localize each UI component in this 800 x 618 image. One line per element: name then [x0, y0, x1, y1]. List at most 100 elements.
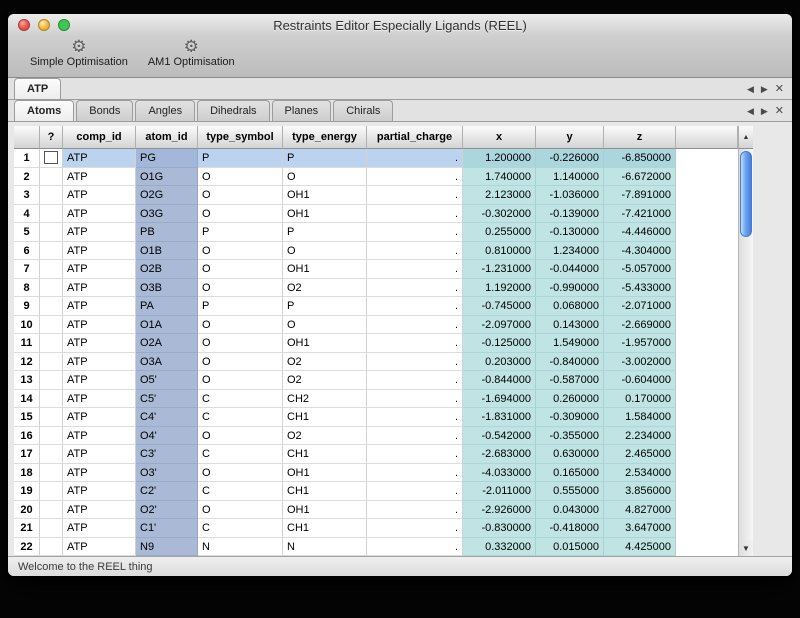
cell-atomid[interactable]: O3B [136, 279, 198, 298]
cell-x[interactable]: 0.203000 [463, 353, 536, 372]
cell-typesymbol[interactable]: O [198, 186, 283, 205]
cell-typeenergy[interactable]: OH1 [283, 186, 367, 205]
cell-typesymbol[interactable]: N [198, 538, 283, 557]
cell-x[interactable]: 1.740000 [463, 168, 536, 187]
cell-typesymbol[interactable]: O [198, 427, 283, 446]
cell-partialcharge[interactable]: . [367, 427, 463, 446]
cell-[interactable] [40, 445, 63, 464]
cell-compid[interactable]: ATP [63, 538, 136, 557]
row-number[interactable]: 18 [14, 464, 40, 483]
active-cell-checkbox[interactable] [44, 151, 58, 164]
cell-[interactable] [40, 538, 63, 557]
cell-partialcharge[interactable]: . [367, 464, 463, 483]
cell-[interactable] [40, 205, 63, 224]
cell-typesymbol[interactable]: O [198, 501, 283, 520]
cell-compid[interactable]: ATP [63, 390, 136, 409]
cell-y[interactable]: -0.355000 [536, 427, 604, 446]
scroll-up-icon[interactable]: ▲ [738, 126, 753, 149]
cell-typeenergy[interactable]: CH2 [283, 390, 367, 409]
row-number[interactable]: 5 [14, 223, 40, 242]
cell-compid[interactable]: ATP [63, 297, 136, 316]
cell-x[interactable]: -1.831000 [463, 408, 536, 427]
cell-x[interactable]: 0.255000 [463, 223, 536, 242]
cell-z[interactable]: -2.669000 [604, 316, 676, 335]
cell-[interactable] [40, 427, 63, 446]
cell-x[interactable]: 2.123000 [463, 186, 536, 205]
row-number[interactable]: 10 [14, 316, 40, 335]
cell-typesymbol[interactable]: O [198, 242, 283, 261]
cell-y[interactable]: -0.309000 [536, 408, 604, 427]
cell-x[interactable]: -2.683000 [463, 445, 536, 464]
cell-y[interactable]: -0.990000 [536, 279, 604, 298]
row-number[interactable]: 8 [14, 279, 40, 298]
column-header-typeenergy[interactable]: type_energy [283, 126, 367, 149]
close-window-button[interactable] [18, 19, 30, 31]
cell-atomid[interactable]: C5' [136, 390, 198, 409]
cell-typeenergy[interactable]: O2 [283, 353, 367, 372]
cell-[interactable] [40, 464, 63, 483]
column-header-compid[interactable]: comp_id [63, 126, 136, 149]
cell-compid[interactable]: ATP [63, 316, 136, 335]
cell-typeenergy[interactable]: N [283, 538, 367, 557]
cell-x[interactable]: 1.200000 [463, 149, 536, 168]
cell-compid[interactable]: ATP [63, 223, 136, 242]
cell-atomid[interactable]: C2' [136, 482, 198, 501]
cell-[interactable] [40, 334, 63, 353]
cell-[interactable] [40, 186, 63, 205]
cell-typesymbol[interactable]: C [198, 408, 283, 427]
cell-[interactable] [40, 149, 63, 168]
zoom-window-button[interactable] [58, 19, 70, 31]
cell-compid[interactable]: ATP [63, 279, 136, 298]
cell-z[interactable]: 1.584000 [604, 408, 676, 427]
cell-[interactable] [40, 501, 63, 520]
cell-atomid[interactable]: PA [136, 297, 198, 316]
cell-compid[interactable]: ATP [63, 186, 136, 205]
row-number[interactable]: 6 [14, 242, 40, 261]
row-number[interactable]: 21 [14, 519, 40, 538]
tab-close-icon[interactable]: ✕ [775, 106, 784, 116]
cell-typesymbol[interactable]: C [198, 445, 283, 464]
tab-close-icon[interactable]: ✕ [775, 84, 784, 94]
cell-y[interactable]: -0.418000 [536, 519, 604, 538]
cell-z[interactable]: -7.891000 [604, 186, 676, 205]
tab-angles[interactable]: Angles [135, 100, 195, 121]
cell-compid[interactable]: ATP [63, 260, 136, 279]
cell-partialcharge[interactable]: . [367, 223, 463, 242]
cell-typeenergy[interactable]: OH1 [283, 464, 367, 483]
cell-x[interactable]: -0.125000 [463, 334, 536, 353]
cell-partialcharge[interactable]: . [367, 445, 463, 464]
cell-typeenergy[interactable]: OH1 [283, 260, 367, 279]
cell-[interactable] [40, 297, 63, 316]
cell-y[interactable]: -1.036000 [536, 186, 604, 205]
cell-x[interactable]: -1.231000 [463, 260, 536, 279]
cell-compid[interactable]: ATP [63, 334, 136, 353]
column-header-x[interactable]: x [463, 126, 536, 149]
cell-z[interactable]: 4.425000 [604, 538, 676, 557]
cell-atomid[interactable]: O1G [136, 168, 198, 187]
cell-typeenergy[interactable]: CH1 [283, 408, 367, 427]
cell-y[interactable]: 0.260000 [536, 390, 604, 409]
cell-y[interactable]: 0.143000 [536, 316, 604, 335]
cell-z[interactable]: -6.672000 [604, 168, 676, 187]
tab-bonds[interactable]: Bonds [76, 100, 133, 121]
cell-y[interactable]: 0.630000 [536, 445, 604, 464]
cell-y[interactable]: 0.068000 [536, 297, 604, 316]
cell-[interactable] [40, 371, 63, 390]
cell-partialcharge[interactable]: . [367, 279, 463, 298]
cell-y[interactable]: -0.044000 [536, 260, 604, 279]
tab-planes[interactable]: Planes [272, 100, 332, 121]
column-header-typesymbol[interactable]: type_symbol [198, 126, 283, 149]
cell-compid[interactable]: ATP [63, 242, 136, 261]
cell-x[interactable]: -0.844000 [463, 371, 536, 390]
cell-atomid[interactable]: O3A [136, 353, 198, 372]
cell-compid[interactable]: ATP [63, 168, 136, 187]
tab-chirals[interactable]: Chirals [333, 100, 393, 121]
cell-typesymbol[interactable]: O [198, 464, 283, 483]
row-number[interactable]: 4 [14, 205, 40, 224]
cell-[interactable] [40, 482, 63, 501]
cell-atomid[interactable]: O5' [136, 371, 198, 390]
cell-atomid[interactable]: PB [136, 223, 198, 242]
cell-y[interactable]: -0.130000 [536, 223, 604, 242]
cell-partialcharge[interactable]: . [367, 149, 463, 168]
cell-y[interactable]: -0.840000 [536, 353, 604, 372]
